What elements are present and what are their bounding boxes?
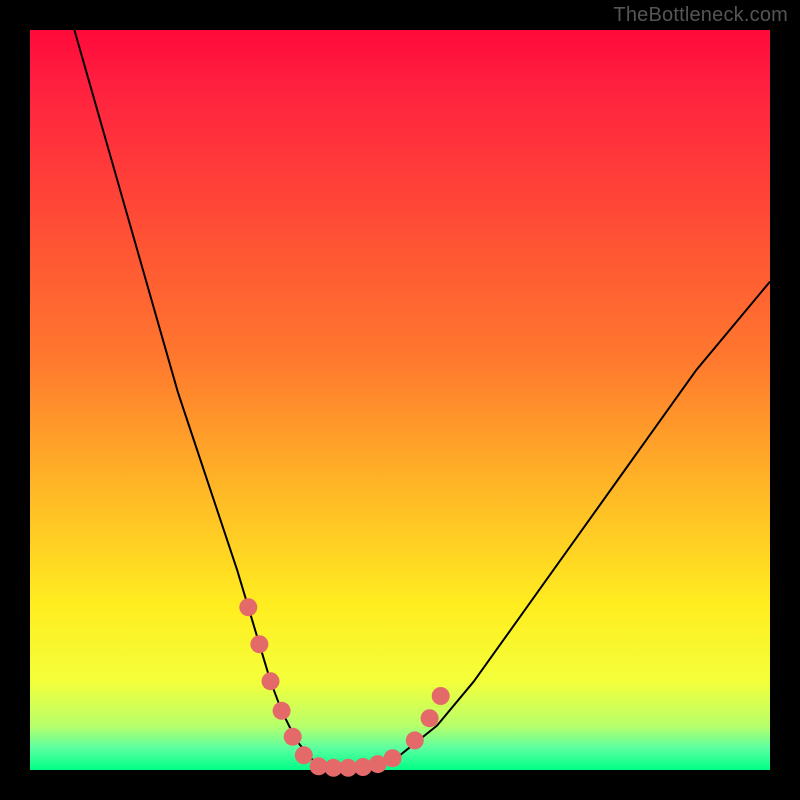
right-highlight-marker [421, 709, 439, 727]
left-highlight-marker [284, 728, 302, 746]
watermark-text: TheBottleneck.com [613, 4, 788, 27]
right-highlight-marker [432, 687, 450, 705]
left-highlight-marker [262, 672, 280, 690]
chart-frame: TheBottleneck.com [0, 0, 800, 800]
left-highlight-marker [295, 746, 313, 764]
left-highlight-marker [250, 635, 268, 653]
curve-layer [30, 30, 770, 770]
bottleneck-curve [74, 30, 770, 768]
bottom-highlight-marker [384, 749, 402, 767]
left-highlight-marker [273, 702, 291, 720]
right-highlight-marker [406, 731, 424, 749]
plot-area [30, 30, 770, 770]
left-highlight-marker [239, 598, 257, 616]
